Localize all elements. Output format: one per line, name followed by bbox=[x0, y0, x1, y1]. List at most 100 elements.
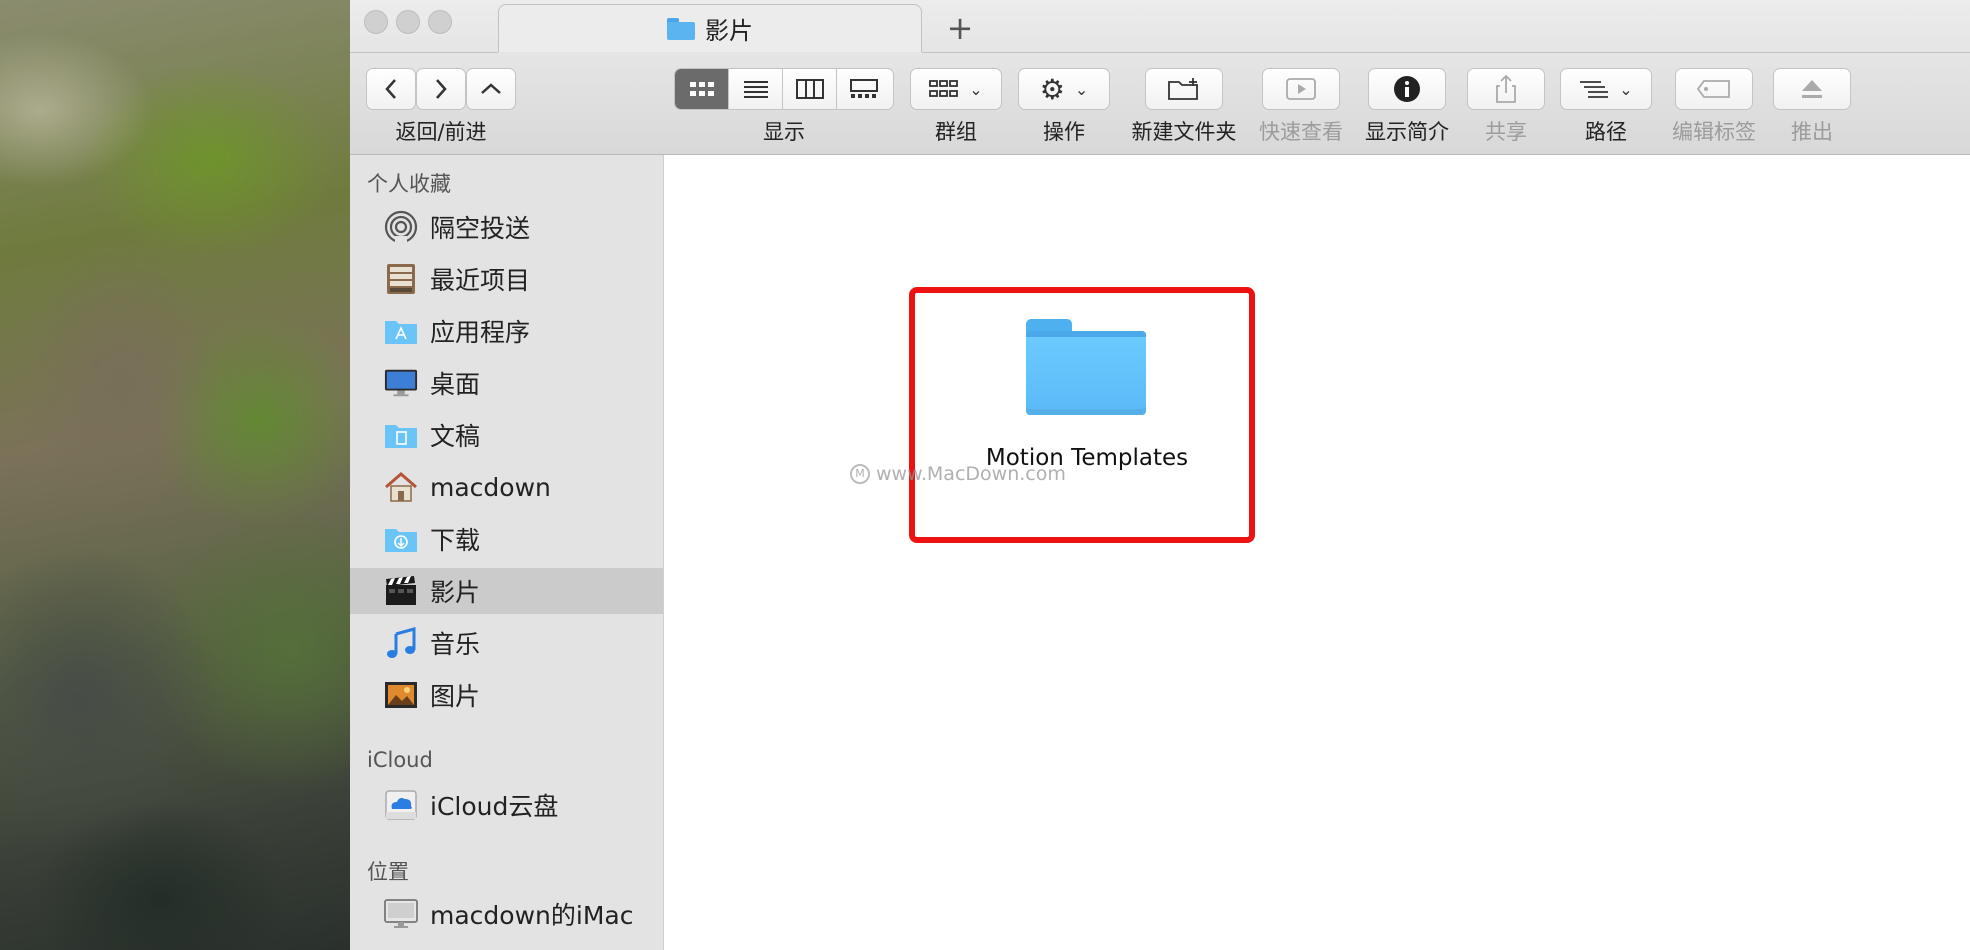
new-folder-label: 新建文件夹 bbox=[1131, 120, 1237, 144]
folder-icon bbox=[667, 17, 695, 40]
list-icon bbox=[743, 81, 768, 98]
share-label: 共享 bbox=[1485, 120, 1527, 144]
group-button[interactable]: ⌄ bbox=[910, 68, 1002, 110]
path-button[interactable]: ⌄ bbox=[1560, 68, 1652, 110]
view-label: 显示 bbox=[763, 120, 805, 144]
sidebar-item-music[interactable]: 音乐 bbox=[350, 620, 663, 666]
sidebar-item-recents[interactable]: 最近项目 bbox=[350, 256, 663, 302]
edit-tags-button[interactable] bbox=[1675, 68, 1753, 110]
sidebar-item-documents[interactable]: 文稿 bbox=[350, 412, 663, 458]
tab-divider bbox=[922, 52, 1970, 53]
watermark: M www.MacDown.com bbox=[850, 463, 1066, 485]
icloud-drive-icon bbox=[384, 788, 418, 822]
sidebar-item-label: 图片 bbox=[430, 682, 481, 711]
new-folder-button[interactable] bbox=[1145, 68, 1223, 110]
sidebar-item-label: iCloud云盘 bbox=[430, 792, 559, 821]
grid-icon bbox=[689, 82, 714, 96]
desktop-wallpaper bbox=[0, 0, 350, 950]
gallery-view-button[interactable] bbox=[837, 69, 891, 109]
desktop-icon bbox=[384, 366, 418, 400]
sidebar-item-label: 文稿 bbox=[430, 422, 481, 451]
group-label: 群组 bbox=[935, 120, 977, 144]
favorites-section-title: 个人收藏 bbox=[367, 172, 451, 196]
new-folder-icon bbox=[1168, 78, 1198, 100]
file-browser-area: Motion Templates M www.MacDown.com bbox=[664, 155, 1970, 950]
sidebar-item-airdrop[interactable]: 隔空投送 bbox=[350, 204, 663, 250]
quicklook-label: 快速查看 bbox=[1259, 120, 1343, 144]
sidebar-item-label: 最近项目 bbox=[430, 266, 531, 295]
sidebar-item-movies[interactable]: 影片 bbox=[350, 568, 663, 614]
pictures-icon bbox=[384, 678, 418, 712]
forward-button[interactable] bbox=[416, 68, 466, 110]
eject-label: 推出 bbox=[1791, 120, 1833, 144]
chevron-up-icon bbox=[481, 83, 501, 94]
info-icon bbox=[1394, 76, 1420, 102]
chevron-down-icon: ⌄ bbox=[969, 79, 983, 99]
new-tab-button[interactable]: + bbox=[940, 8, 980, 48]
sidebar-item-home[interactable]: macdown bbox=[350, 464, 663, 510]
sidebar-item-label: 隔空投送 bbox=[430, 214, 531, 243]
chevron-right-icon bbox=[436, 79, 447, 99]
watermark-logo-icon: M bbox=[850, 464, 870, 484]
icon-view-button[interactable] bbox=[675, 69, 729, 109]
path-icon bbox=[1580, 81, 1609, 98]
tab-title: 影片 bbox=[705, 17, 753, 45]
watermark-text: www.MacDown.com bbox=[876, 463, 1066, 485]
sidebar-item-label: 桌面 bbox=[430, 370, 481, 399]
eye-icon bbox=[1286, 78, 1316, 100]
tag-icon bbox=[1696, 80, 1730, 98]
edit-tags-label: 编辑标签 bbox=[1672, 120, 1756, 144]
home-icon bbox=[384, 470, 418, 504]
recents-icon bbox=[384, 262, 418, 296]
sidebar-item-label: 下载 bbox=[430, 526, 481, 555]
list-view-button[interactable] bbox=[729, 69, 783, 109]
sidebar-item-imac[interactable]: macdown的iMac bbox=[350, 891, 663, 937]
chevron-down-icon: ⌄ bbox=[1619, 79, 1633, 99]
sidebar-item-label: 应用程序 bbox=[430, 318, 531, 347]
applications-icon bbox=[384, 314, 418, 348]
column-view-button[interactable] bbox=[783, 69, 837, 109]
sidebar-item-pictures[interactable]: 图片 bbox=[350, 672, 663, 718]
minimize-window-button[interactable] bbox=[396, 10, 420, 34]
share-icon bbox=[1496, 74, 1516, 103]
sidebar-item-applications[interactable]: 应用程序 bbox=[350, 308, 663, 354]
sidebar-item-icloud-drive[interactable]: iCloud云盘 bbox=[350, 782, 663, 828]
imac-icon bbox=[384, 897, 418, 931]
titlebar: 影片 + 返回/前进 显示 ⌄ 群组 ⚙ ⌄ 操作 新建文件夹 快速查看 显示简… bbox=[350, 0, 1970, 155]
tab-divider bbox=[350, 52, 498, 53]
enclosing-folder-button[interactable] bbox=[466, 68, 516, 110]
nav-label: 返回/前进 bbox=[395, 120, 487, 144]
close-window-button[interactable] bbox=[364, 10, 388, 34]
view-mode-control[interactable] bbox=[674, 68, 894, 110]
quicklook-button[interactable] bbox=[1262, 68, 1340, 110]
chevron-down-icon: ⌄ bbox=[1074, 79, 1089, 99]
sidebar-item-label: 音乐 bbox=[430, 630, 481, 659]
sidebar-item-label: macdown bbox=[430, 472, 551, 502]
downloads-icon bbox=[384, 522, 418, 556]
documents-icon bbox=[384, 418, 418, 452]
gallery-icon bbox=[850, 79, 878, 98]
path-label: 路径 bbox=[1585, 120, 1627, 144]
airdrop-icon bbox=[384, 210, 418, 244]
eject-icon bbox=[1802, 80, 1822, 98]
sidebar-item-downloads[interactable]: 下载 bbox=[350, 516, 663, 562]
sidebar: 个人收藏 隔空投送 最近项目 应用程序 桌面 文稿 macdown 下载 影片 … bbox=[350, 155, 664, 950]
share-button[interactable] bbox=[1467, 68, 1545, 110]
eject-button[interactable] bbox=[1773, 68, 1851, 110]
get-info-button[interactable] bbox=[1368, 68, 1446, 110]
sidebar-item-desktop[interactable]: 桌面 bbox=[350, 360, 663, 406]
finder-window: 影片 + 返回/前进 显示 ⌄ 群组 ⚙ ⌄ 操作 新建文件夹 快速查看 显示简… bbox=[350, 0, 1970, 950]
icloud-section-title: iCloud bbox=[367, 748, 433, 772]
sidebar-item-label: macdown的iMac bbox=[430, 901, 634, 930]
get-info-label: 显示简介 bbox=[1365, 120, 1449, 144]
tab-movies[interactable]: 影片 bbox=[498, 4, 922, 52]
zoom-window-button[interactable] bbox=[428, 10, 452, 34]
action-button[interactable]: ⚙ ⌄ bbox=[1018, 68, 1110, 110]
sidebar-item-label: 影片 bbox=[430, 578, 481, 607]
action-label: 操作 bbox=[1043, 120, 1085, 144]
back-button[interactable] bbox=[366, 68, 416, 110]
gear-icon: ⚙ bbox=[1039, 72, 1065, 106]
folder-icon[interactable] bbox=[1026, 319, 1146, 415]
movies-icon bbox=[384, 574, 418, 608]
chevron-left-icon bbox=[385, 79, 396, 99]
